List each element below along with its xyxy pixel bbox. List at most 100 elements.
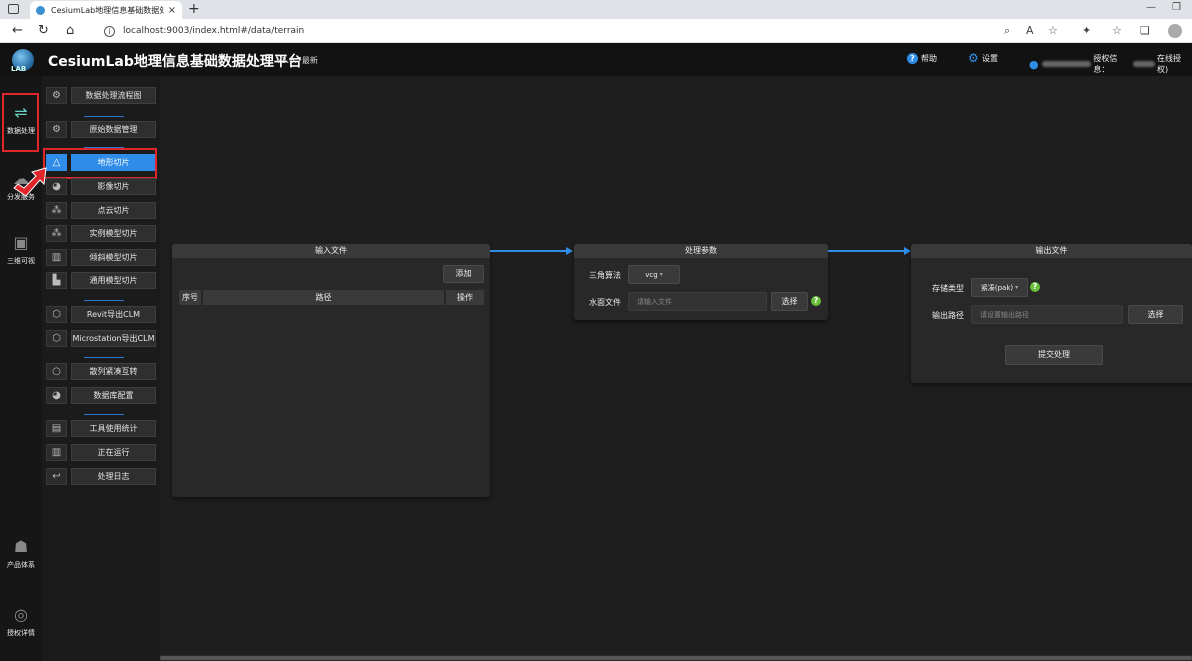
menu-item-revit[interactable]: ⬡ Revit导出CLM (46, 306, 156, 323)
rail-label: 三维可视 (7, 257, 35, 265)
flow-connector (828, 250, 904, 252)
chevron-down-icon: ▾ (659, 271, 663, 278)
rail-item-license[interactable]: ◎ 授权详情 (0, 606, 42, 638)
rail-item-3d-view[interactable]: ▣ 三维可视 (0, 234, 42, 266)
license-info[interactable]: ● 授权信息： 在线授权) (1029, 53, 1192, 75)
search-page-icon[interactable]: ⌕ (1004, 24, 1010, 38)
menu-item-microstation[interactable]: ⬡ Microstation导出CLM (46, 330, 156, 347)
menu-label: 处理日志 (71, 468, 156, 485)
address-bar-row: ← ↻ ⌂ i localhost:9003/index.html#/data/… (0, 19, 1192, 43)
extensions-icon[interactable]: ✦ (1082, 24, 1091, 38)
product-icon: ☗ (13, 537, 29, 556)
minimize-icon[interactable]: — (1146, 2, 1156, 13)
choose-output-button[interactable]: 选择 (1128, 305, 1183, 324)
menu-item-oblique-model[interactable]: ▥ 倾斜模型切片 (46, 249, 156, 266)
menu-divider (84, 357, 124, 358)
back-icon[interactable]: ← (12, 23, 23, 39)
menu-item-instance-model[interactable]: ⁂ 实例模型切片 (46, 225, 156, 242)
flow-connector (490, 250, 566, 252)
menu-item-database[interactable]: ◕ 数据库配置 (46, 387, 156, 404)
help-icon: ? (907, 53, 918, 64)
menu-item-log[interactable]: ↩ 处理日志 (46, 468, 156, 485)
tab-title: CesiumLab地理信息基础数据处理 (51, 5, 164, 15)
site-info-icon[interactable]: i (104, 25, 115, 37)
menu-label: 正在运行 (71, 444, 156, 461)
new-tab-button[interactable]: + (188, 1, 200, 17)
logo-lab-text: LAB (11, 65, 27, 73)
panel-title: 输出文件 (911, 244, 1192, 258)
horizontal-scrollbar[interactable] (160, 655, 1192, 661)
tab-favicon-icon (36, 5, 45, 15)
menu-item-general-model[interactable]: ▙ 通用模型切片 (46, 272, 156, 289)
chart-icon: ▥ (46, 444, 67, 461)
document-icon: ▤ (46, 420, 67, 437)
annotation-arrow (13, 167, 47, 197)
algo-label: 三角算法 (589, 271, 621, 280)
rail-label: 产品体系 (7, 561, 35, 569)
instance-icon: ⁂ (46, 225, 67, 242)
3d-view-icon: ▣ (13, 233, 29, 252)
read-aloud-icon[interactable]: A (1026, 24, 1034, 38)
app-version: V3.0.7最新 (276, 56, 318, 65)
pointcloud-icon: ⁂ (46, 202, 67, 219)
menu-item-running[interactable]: ▥ 正在运行 (46, 444, 156, 461)
menu-item-flowchart[interactable]: ⚙ 数据处理流程图 (46, 87, 156, 104)
model-icon: ▙ (46, 272, 67, 289)
browser-tab[interactable]: CesiumLab地理信息基础数据处理 × (30, 1, 182, 19)
menu-label: 原始数据管理 (71, 121, 156, 138)
help-link[interactable]: ? 帮助 (907, 53, 937, 64)
favorites-icon[interactable]: ☆ (1112, 24, 1122, 38)
menu-item-stats[interactable]: ▤ 工具使用统计 (46, 420, 156, 437)
oblique-icon: ▥ (46, 249, 67, 266)
panel-title: 输入文件 (172, 244, 490, 258)
help-icon[interactable]: ? (1030, 282, 1040, 292)
refresh-icon[interactable]: ↻ (38, 23, 49, 39)
algo-value: vcg (645, 270, 658, 279)
home-icon[interactable]: ⌂ (66, 23, 74, 39)
help-icon[interactable]: ? (811, 296, 821, 306)
menu-item-pointcloud[interactable]: ⁂ 点云切片 (46, 202, 156, 219)
scrollbar-thumb[interactable] (160, 656, 1192, 660)
menu-label: 点云切片 (71, 202, 156, 219)
license-label: 授权信息： (1093, 54, 1118, 74)
rail-item-product[interactable]: ☗ 产品体系 (0, 538, 42, 570)
algo-select[interactable]: vcg ▾ (628, 265, 680, 284)
menu-label: 数据库配置 (71, 387, 156, 404)
menu-item-raw-data[interactable]: ⚙ 原始数据管理 (46, 121, 156, 138)
tab-close-icon[interactable]: × (168, 5, 176, 16)
output-path-input[interactable]: 请设置输出路径 (971, 305, 1123, 324)
storage-label: 存储类型 (932, 284, 964, 293)
address-bar[interactable]: i localhost:9003/index.html#/data/terrai… (104, 22, 1024, 40)
menu-label: Revit导出CLM (71, 306, 156, 323)
revit-icon: ⬡ (46, 306, 67, 323)
menu-divider (84, 116, 124, 117)
database-icon: ◕ (46, 387, 67, 404)
profile-avatar[interactable] (1168, 24, 1182, 38)
window-menu-icon[interactable] (8, 4, 19, 14)
choose-water-button[interactable]: 选择 (771, 292, 808, 311)
add-button[interactable]: 添加 (443, 265, 484, 283)
help-label: 帮助 (921, 54, 937, 63)
restore-icon[interactable]: ❐ (1172, 2, 1181, 13)
log-icon: ↩ (46, 468, 67, 485)
storage-select[interactable]: 紧凑(pak) ▾ (971, 278, 1028, 297)
water-file-input[interactable]: 请输入文件 (628, 292, 767, 311)
menu-label: 影像切片 (71, 178, 156, 195)
menu-item-imagery[interactable]: ◕ 影像切片 (46, 178, 156, 195)
menu-label: 通用模型切片 (71, 272, 156, 289)
menu-label: 倾斜模型切片 (71, 249, 156, 266)
license-icon: ◎ (14, 605, 28, 624)
menu-divider (84, 414, 124, 415)
favorite-add-icon[interactable]: ☆ (1048, 24, 1058, 38)
url-text: localhost:9003/index.html#/data/terrain (123, 26, 305, 36)
user-icon: ● (1029, 57, 1039, 71)
chevron-down-icon: ▾ (1015, 284, 1019, 291)
menu-item-convert[interactable]: ○ 散列紧凑互转 (46, 363, 156, 380)
settings-link[interactable]: ⚙ 设置 (968, 52, 998, 64)
submit-button[interactable]: 提交处理 (1005, 345, 1103, 365)
highlight-box-rail (2, 93, 39, 152)
collections-icon[interactable]: ❏ (1140, 24, 1150, 38)
storage-value: 紧凑(pak) (980, 283, 1014, 292)
settings-icon: ⚙ (46, 87, 67, 104)
redacted-username (1041, 61, 1092, 67)
